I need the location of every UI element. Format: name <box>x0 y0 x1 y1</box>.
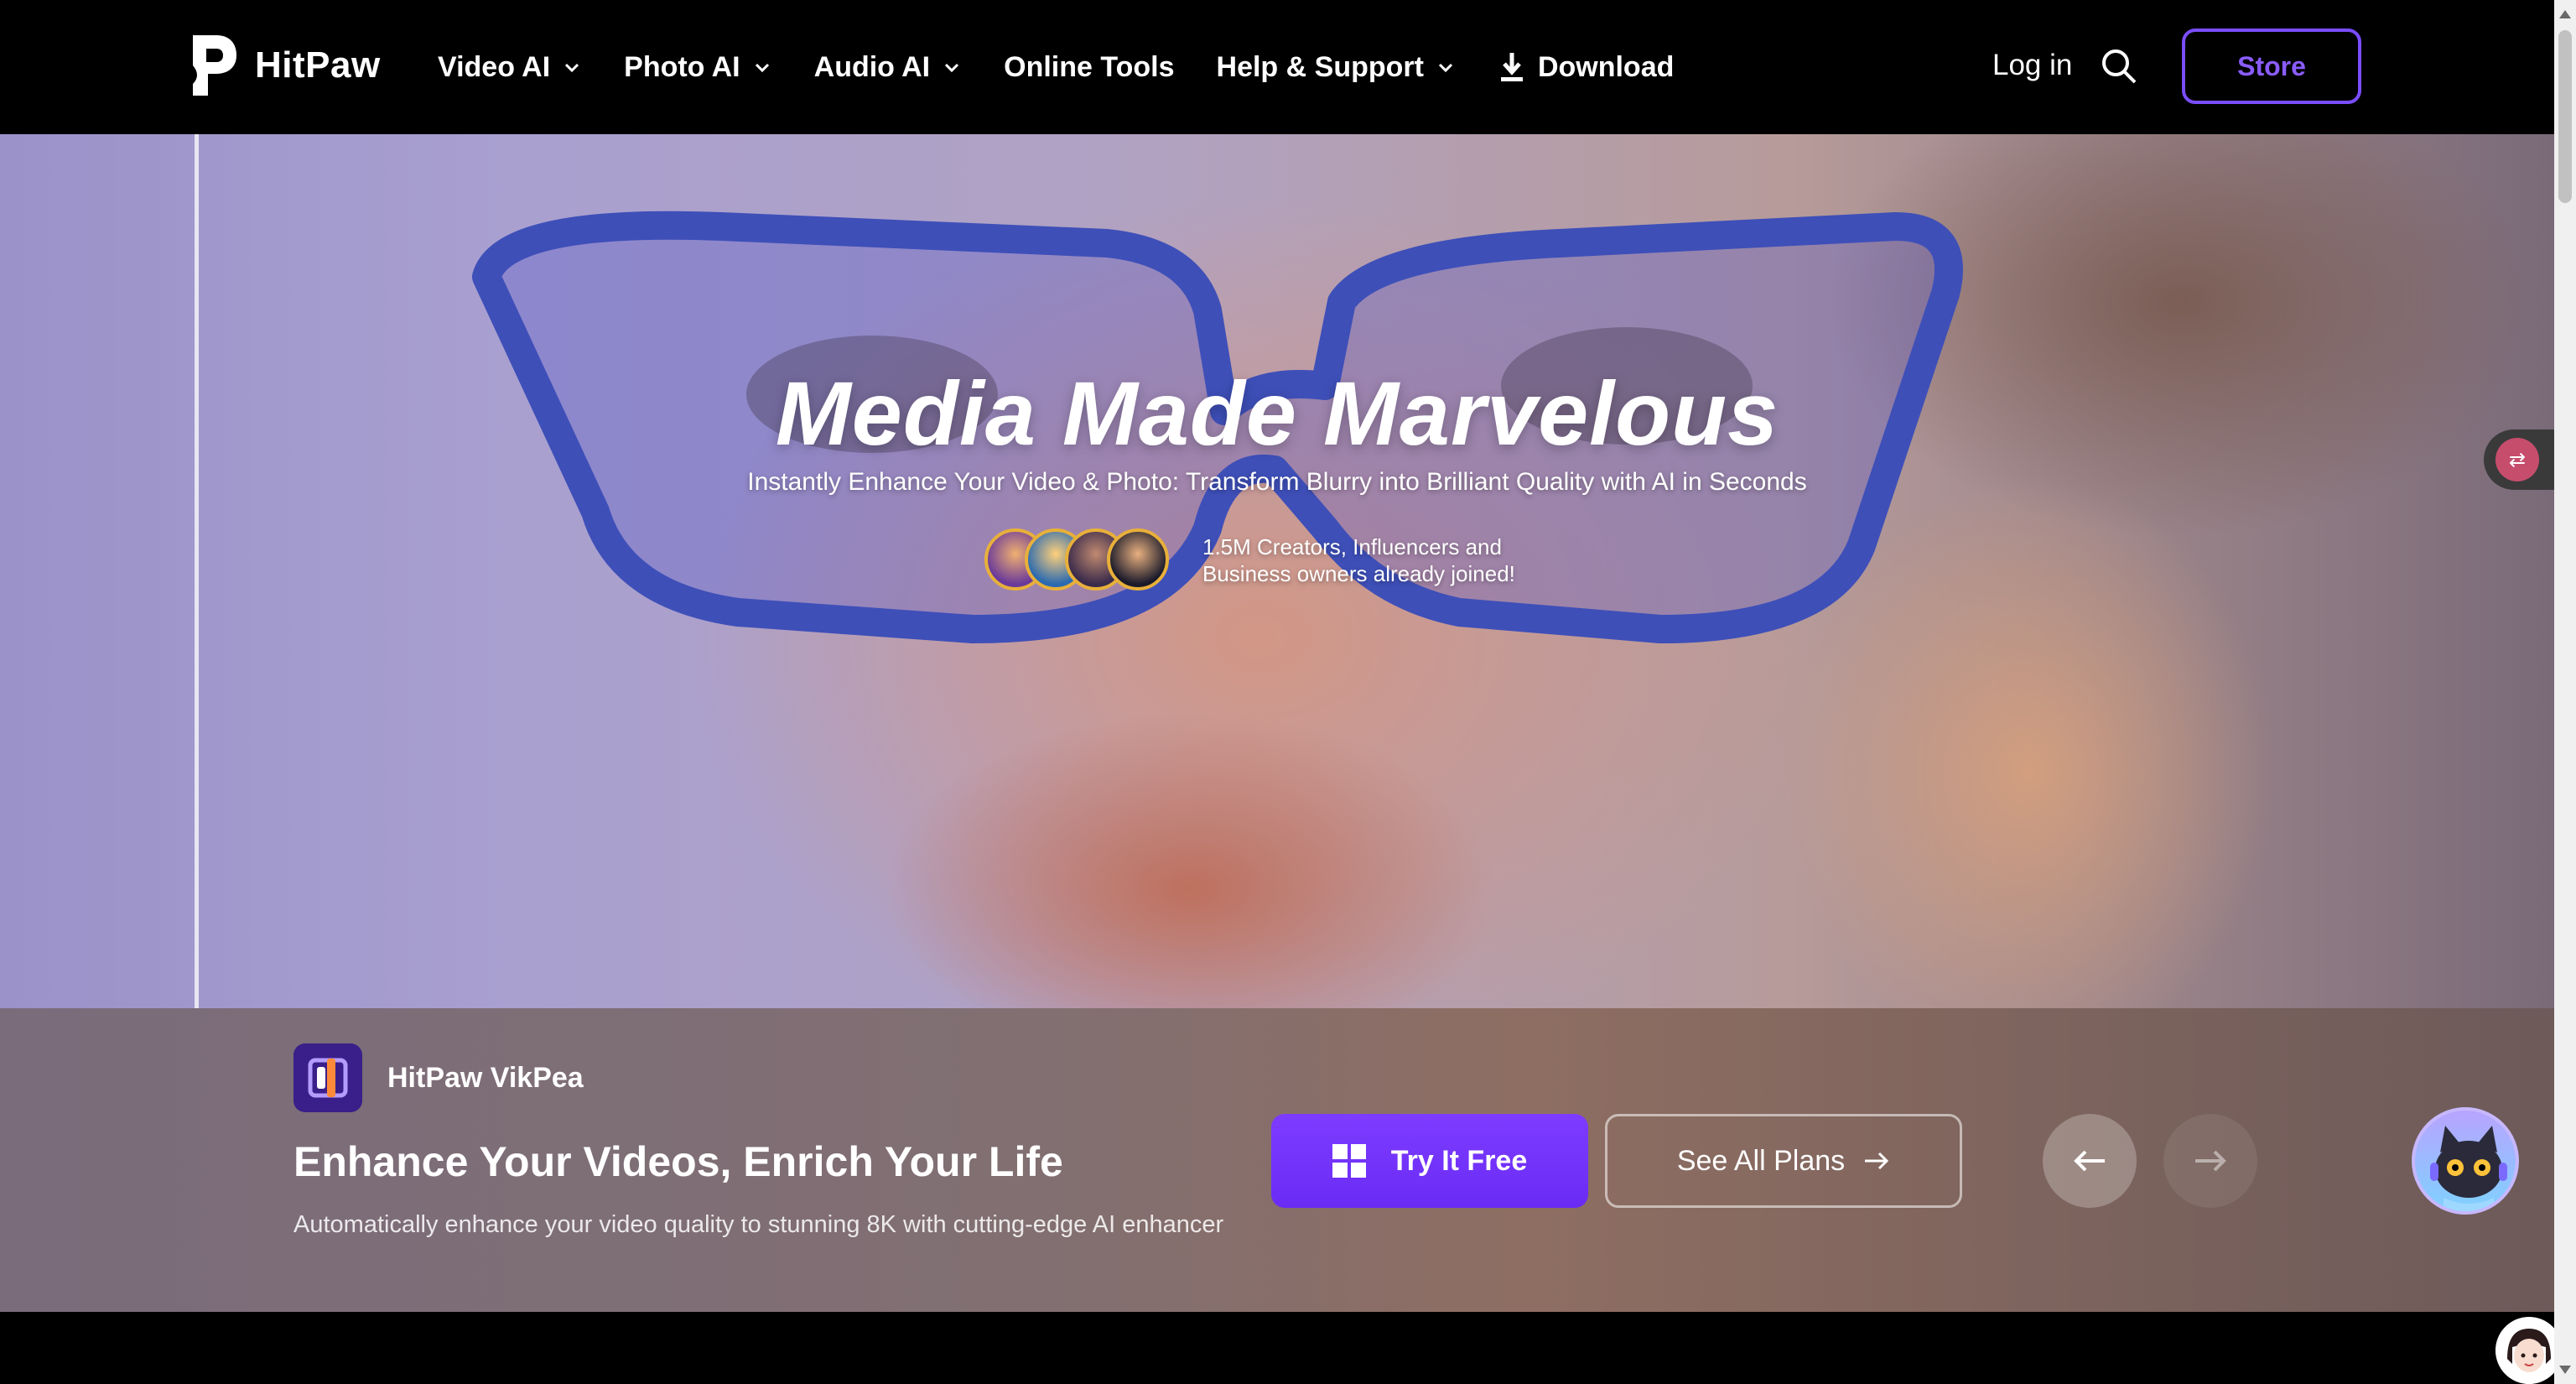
nav-help-support[interactable]: Help & Support <box>1217 51 1456 84</box>
search-icon[interactable] <box>2100 47 2138 86</box>
see-all-plans-label: See All Plans <box>1676 1144 1846 1177</box>
chevron-down-icon <box>945 63 959 73</box>
chevron-down-icon <box>755 63 769 73</box>
scroll-up-arrow[interactable] <box>2559 10 2571 18</box>
carousel-next-button[interactable] <box>2163 1114 2257 1208</box>
arrow-right-icon <box>1865 1152 1889 1170</box>
nav-download-label: Download <box>1537 50 1675 83</box>
try-it-free-button[interactable]: Try It Free <box>1271 1114 1588 1208</box>
nav-video-ai-label: Video AI <box>438 50 551 83</box>
hitpaw-logo-icon <box>193 35 236 96</box>
scroll-down-arrow[interactable] <box>2559 1366 2571 1374</box>
nav-download[interactable]: Download <box>1498 50 1674 84</box>
site-header: HitPaw Video AI Photo AI Audio AI Online… <box>0 0 2554 134</box>
nav-help-support-label: Help & Support <box>1216 50 1424 83</box>
product-headline: Enhance Your Videos, Enrich Your Life <box>293 1138 1063 1185</box>
joined-line-2: Business owners already joined! <box>1202 561 1515 586</box>
creator-avatars <box>984 528 1171 592</box>
product-name: HitPaw VikPea <box>387 1062 584 1094</box>
translate-button[interactable]: ⇄ <box>2484 429 2554 490</box>
hitpaw-logo[interactable]: HitPaw <box>186 32 381 99</box>
see-all-plans-button[interactable]: See All Plans <box>1605 1114 1962 1208</box>
product-band: HitPaw VikPea Enhance Your Videos, Enric… <box>0 1008 2554 1312</box>
try-it-free-label: Try It Free <box>1390 1144 1528 1177</box>
chevron-down-icon <box>1438 63 1453 73</box>
nav-audio-ai-label: Audio AI <box>813 50 931 83</box>
joined-line-1: 1.5M Creators, Influencers and <box>1202 534 1502 559</box>
arrow-right-icon <box>2195 1150 2226 1172</box>
nav-photo-ai[interactable]: Photo AI <box>624 51 772 84</box>
carousel-prev-button[interactable] <box>2043 1114 2137 1208</box>
translate-icon: ⇄ <box>2496 438 2539 481</box>
vikpea-logo-icon <box>293 1043 362 1112</box>
main-nav: Video AI Photo AI Audio AI Online Tools … <box>438 0 1674 134</box>
chevron-down-icon <box>565 63 579 73</box>
arrow-left-icon <box>2074 1150 2105 1172</box>
chat-mascot-button[interactable] <box>2412 1107 2519 1215</box>
nav-online-tools-label: Online Tools <box>1004 50 1175 83</box>
product-description: Automatically enhance your video quality… <box>293 1211 1224 1238</box>
avatar <box>1107 528 1169 591</box>
joined-text: 1.5M Creators, Influencers and Business … <box>1202 533 1515 587</box>
compare-slider-line[interactable] <box>195 134 199 1008</box>
logo-text: HitPaw <box>255 44 381 86</box>
nav-video-ai[interactable]: Video AI <box>438 51 582 84</box>
hero-title: Media Made Marvelous <box>775 362 1779 464</box>
nav-photo-ai-label: Photo AI <box>624 50 740 83</box>
scroll-thumb[interactable] <box>2558 30 2572 203</box>
hero-banner: Media Made Marvelous Instantly Enhance Y… <box>0 134 2554 1008</box>
nav-online-tools[interactable]: Online Tools <box>1004 51 1174 84</box>
login-link[interactable]: Log in <box>1992 49 2072 82</box>
vikpea-app-icon <box>293 1043 362 1112</box>
nav-audio-ai[interactable]: Audio AI <box>814 51 963 84</box>
page-scrollbar[interactable] <box>2554 0 2576 1384</box>
windows-icon <box>1332 1144 1366 1178</box>
support-agent-icon <box>2496 1317 2563 1384</box>
store-button[interactable]: Store <box>2182 29 2361 104</box>
support-agent-avatar[interactable] <box>2496 1317 2563 1384</box>
download-icon <box>1500 53 1523 81</box>
hero-subtitle: Instantly Enhance Your Video & Photo: Tr… <box>747 468 1807 496</box>
